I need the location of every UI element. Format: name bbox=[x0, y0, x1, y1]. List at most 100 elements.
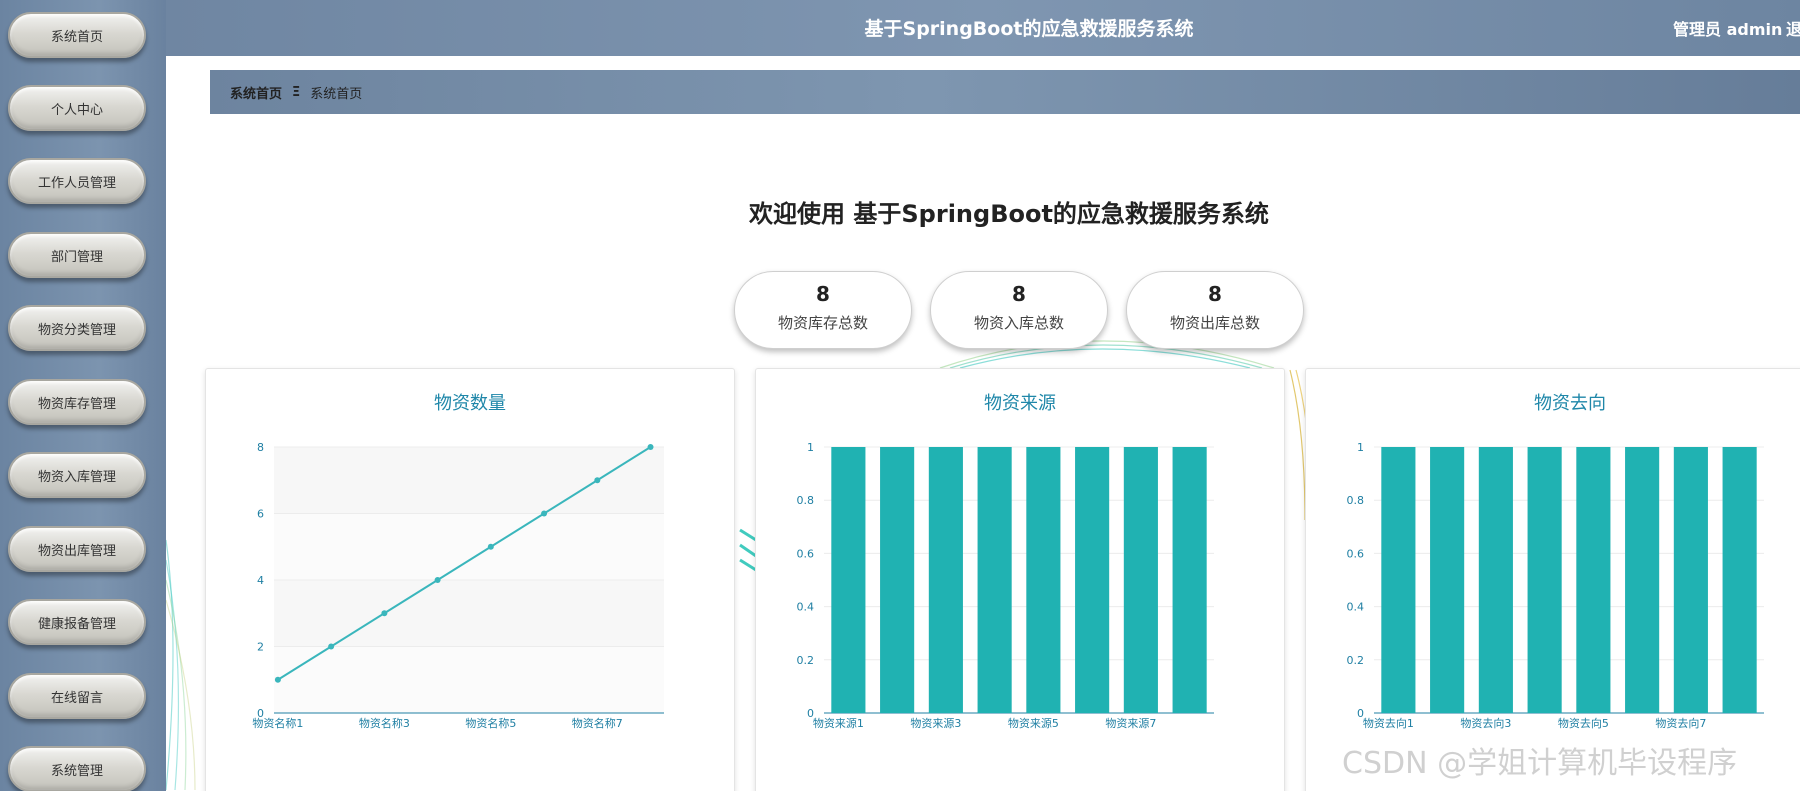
top-header: 基于SpringBoot的应急救援服务系统 管理员 admin 退 bbox=[166, 0, 1800, 56]
y-tick-label: 0.4 bbox=[797, 601, 815, 614]
x-tick-label: 物资去向1 bbox=[1363, 716, 1414, 730]
chart-card-quantity: 物资数量 0 2 4 6 8 物资名称1 物资名称3 物资名称5 物资名称7 bbox=[205, 368, 735, 791]
current-user: 管理员 admin bbox=[1673, 20, 1783, 39]
bar bbox=[1673, 447, 1708, 713]
data-point bbox=[328, 643, 335, 650]
sidebar-item-label: 系统首页 bbox=[50, 29, 103, 45]
bar-chart: 00.20.40.60.81物资来源1 物资来源3 物资来源5 物资来源7 bbox=[797, 441, 1214, 730]
x-tick-label: 物资名称1 bbox=[252, 716, 303, 730]
bar bbox=[1075, 447, 1110, 713]
sidebar-item-label: 在线留言 bbox=[50, 690, 103, 706]
x-tick-label: 物资来源1 bbox=[813, 716, 864, 730]
stat-card-inbound-total: 8 物资入库总数 bbox=[930, 271, 1108, 349]
stat-value: 8 bbox=[1012, 282, 1026, 306]
data-point bbox=[647, 444, 654, 450]
bar bbox=[1123, 447, 1158, 713]
logout-link[interactable]: 退 bbox=[1786, 16, 1800, 40]
sidebar-item-outbound-management[interactable]: 物资出库管理 bbox=[8, 526, 146, 572]
sidebar-item-label: 物资入库管理 bbox=[37, 469, 116, 485]
bar bbox=[880, 447, 915, 713]
sidebar-item-label: 个人中心 bbox=[50, 102, 103, 118]
y-tick-label: 2 bbox=[257, 641, 264, 654]
data-point bbox=[487, 543, 494, 550]
y-tick-label: 8 bbox=[257, 441, 264, 454]
breadcrumb-separator-icon: Ξ bbox=[292, 84, 301, 100]
sidebar-item-label: 健康报备管理 bbox=[37, 616, 116, 632]
grid-band bbox=[274, 646, 664, 713]
x-tick-label: 物资来源7 bbox=[1105, 716, 1156, 730]
sidebar-item-label: 工作人员管理 bbox=[37, 175, 116, 191]
bar bbox=[1172, 447, 1207, 713]
grid-band bbox=[274, 447, 664, 514]
y-tick-label: 0.2 bbox=[797, 654, 815, 667]
bar-chart: 00.20.40.60.81物资去向1 物资去向3 物资去向5 物资去向7 bbox=[1347, 441, 1764, 730]
bar bbox=[1576, 447, 1611, 713]
bar bbox=[831, 447, 866, 713]
y-tick-label: 0.6 bbox=[797, 547, 815, 560]
y-tick-label: 0.8 bbox=[1347, 494, 1365, 507]
chart-card-destination: 物资去向 0 0.2 0.4 0.6 0.8 1 物资去向1 物资去向3 物资去向5 物资去向7 bbox=[1305, 368, 1800, 791]
stat-card-outbound-total: 8 物资出库总数 bbox=[1126, 271, 1304, 349]
sidebar-item-staff-management[interactable]: 工作人员管理 bbox=[8, 158, 146, 204]
data-point bbox=[434, 577, 441, 583]
x-tick-label: 物资去向3 bbox=[1460, 716, 1511, 730]
y-tick-label: 1 bbox=[807, 441, 814, 454]
y-tick-label: 0.6 bbox=[1347, 547, 1365, 560]
line-chart: 02468物资名称1 物资名称3 物资名称5 物资名称7 bbox=[252, 441, 664, 730]
data-point bbox=[541, 510, 548, 517]
breadcrumb-current: 系统首页 bbox=[310, 86, 363, 102]
y-tick-label: 0.4 bbox=[1347, 601, 1365, 614]
sidebar-item-system-management[interactable]: 系统管理 bbox=[8, 746, 146, 791]
sidebar-item-inventory-management[interactable]: 物资库存管理 bbox=[8, 379, 146, 425]
sidebar-item-label: 物资库存管理 bbox=[37, 396, 116, 412]
sidebar-item-label: 物资出库管理 bbox=[37, 543, 116, 559]
sidebar-item-home[interactable]: 系统首页 bbox=[8, 12, 146, 58]
sidebar-item-category-management[interactable]: 物资分类管理 bbox=[8, 305, 146, 351]
y-tick-label: 1 bbox=[1357, 441, 1364, 454]
y-tick-label: 0.2 bbox=[1347, 654, 1365, 667]
data-point bbox=[274, 676, 281, 683]
sidebar-item-health-report[interactable]: 健康报备管理 bbox=[8, 599, 146, 645]
sidebar-item-inbound-management[interactable]: 物资入库管理 bbox=[8, 452, 146, 498]
grid-band bbox=[274, 580, 664, 647]
bar bbox=[928, 447, 963, 713]
breadcrumb: 系统首页 Ξ 系统首页 bbox=[210, 70, 1800, 114]
bar bbox=[1625, 447, 1660, 713]
welcome-heading: 欢迎使用 基于SpringBoot的应急救援服务系统 bbox=[749, 200, 1269, 228]
stat-value: 8 bbox=[816, 282, 830, 306]
grid-band bbox=[274, 513, 664, 580]
y-tick-label: 0.8 bbox=[797, 494, 815, 507]
breadcrumb-home-link[interactable]: 系统首页 bbox=[230, 83, 282, 102]
stat-card-inventory-total: 8 物资库存总数 bbox=[734, 271, 912, 349]
x-tick-label: 物资名称7 bbox=[572, 716, 623, 730]
app-title: 基于SpringBoot的应急救援服务系统 bbox=[864, 18, 1194, 40]
sidebar-item-department-management[interactable]: 部门管理 bbox=[8, 232, 146, 278]
sidebar-item-label: 系统管理 bbox=[50, 763, 103, 779]
y-tick-label: 6 bbox=[257, 508, 264, 521]
watermark: CSDN @学姐计算机毕设程序 bbox=[1342, 746, 1738, 781]
bar bbox=[1478, 447, 1513, 713]
stat-label: 物资入库总数 bbox=[973, 314, 1064, 332]
bar bbox=[1026, 447, 1061, 713]
sidebar-item-messages[interactable]: 在线留言 bbox=[8, 673, 146, 719]
stat-label: 物资库存总数 bbox=[777, 314, 868, 332]
x-tick-label: 物资名称3 bbox=[359, 716, 410, 730]
bar bbox=[1381, 447, 1416, 713]
sidebar-item-label: 物资分类管理 bbox=[37, 322, 116, 338]
y-tick-label: 4 bbox=[257, 574, 264, 587]
x-tick-label: 物资去向5 bbox=[1558, 716, 1609, 730]
sidebar-item-personal-center[interactable]: 个人中心 bbox=[8, 85, 146, 131]
data-point bbox=[594, 477, 601, 484]
stat-value: 8 bbox=[1208, 282, 1222, 306]
chart-card-source: 物资来源 0 0.2 0.4 0.6 0.8 1 物资来源1 物资来源3 物资来源5 物资来源7 bbox=[755, 368, 1285, 791]
x-tick-label: 物资来源3 bbox=[910, 716, 961, 730]
sidebar-item-label: 部门管理 bbox=[50, 249, 103, 265]
data-point bbox=[381, 610, 388, 617]
bar bbox=[1527, 447, 1562, 713]
bar bbox=[1430, 447, 1465, 713]
stat-label: 物资出库总数 bbox=[1169, 314, 1260, 332]
x-tick-label: 物资去向7 bbox=[1655, 716, 1706, 730]
x-tick-label: 物资来源5 bbox=[1008, 716, 1059, 730]
bar bbox=[1722, 447, 1757, 713]
bar bbox=[977, 447, 1012, 713]
